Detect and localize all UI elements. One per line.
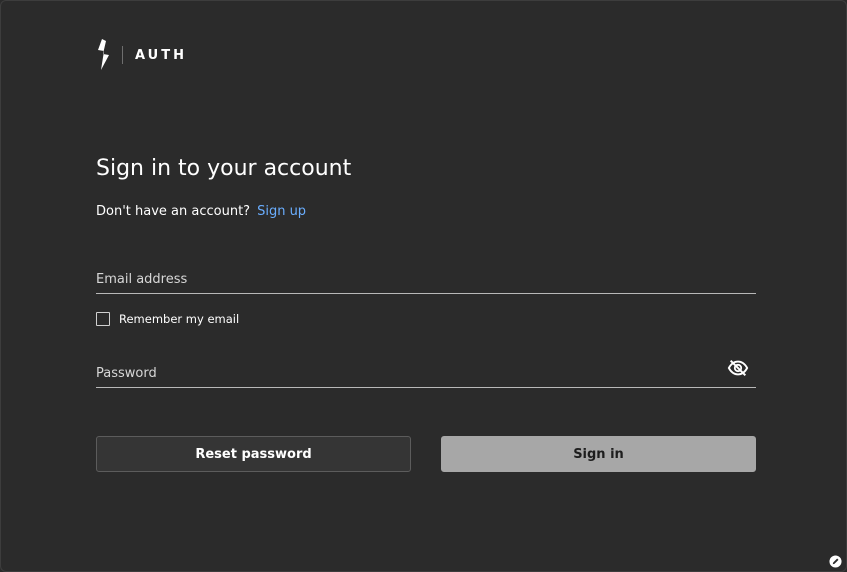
page-title: Sign in to your account <box>96 156 352 181</box>
brand-logo: AUTH <box>96 37 187 73</box>
email-input[interactable] <box>96 267 696 291</box>
logo-divider <box>122 46 123 64</box>
sign-in-button[interactable]: Sign in <box>441 436 756 472</box>
eye-off-icon[interactable] <box>727 357 749 379</box>
remember-email-option[interactable]: Remember my email <box>96 312 239 326</box>
edit-badge-icon[interactable] <box>829 555 842 568</box>
bolt-logo-icon <box>98 39 109 70</box>
password-input[interactable] <box>96 361 696 385</box>
email-field <box>96 267 756 294</box>
signup-prompt: Don't have an account? Sign up <box>96 204 306 219</box>
remember-email-label: Remember my email <box>119 312 240 326</box>
signup-link[interactable]: Sign up <box>257 204 306 219</box>
auth-window: AUTH Sign in to your account Don't have … <box>0 0 847 572</box>
no-account-text: Don't have an account? <box>96 204 251 219</box>
remember-email-checkbox[interactable] <box>96 312 110 326</box>
reset-password-button[interactable]: Reset password <box>96 436 411 472</box>
brand-name: AUTH <box>135 47 187 63</box>
password-field <box>96 359 756 388</box>
